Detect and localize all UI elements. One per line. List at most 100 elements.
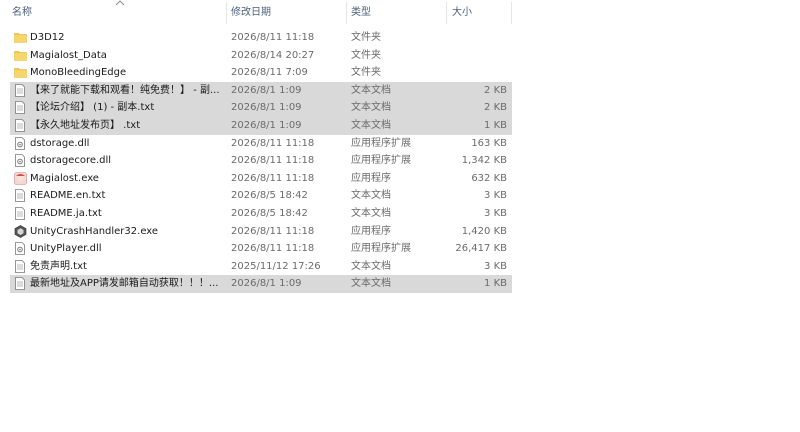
- file-explorer-pane: 名称 修改日期 类型 大小 D3D12 2026/8/11 11:18 文件夹 Mag…: [0, 0, 800, 432]
- text-file-icon: [14, 205, 28, 223]
- dll-file-icon: [14, 240, 28, 258]
- file-name: UnityCrashHandler32.exe: [30, 225, 159, 237]
- file-modified-date: 2026/8/5 18:42: [231, 207, 308, 219]
- text-file-icon: [14, 99, 28, 117]
- file-modified-date: 2026/8/11 7:09: [231, 67, 308, 79]
- file-modified-date: 2026/8/1 1:09: [231, 278, 302, 290]
- file-modified-date: 2026/8/11 11:18: [231, 225, 315, 237]
- file-name: 【永久地址发布页】 .txt: [30, 119, 141, 131]
- file-type: 文本文档: [351, 207, 391, 219]
- folder-icon: [14, 29, 28, 47]
- file-modified-date: 2026/8/11 11:18: [231, 137, 315, 149]
- file-row[interactable]: README.en.txt 2026/8/5 18:42 文本文档 3 KB: [10, 187, 512, 205]
- file-type: 文本文档: [351, 84, 391, 96]
- file-row[interactable]: dstorage.dll 2026/8/11 11:18 应用程序扩展 163 KB: [10, 135, 512, 153]
- file-row[interactable]: Magialost_Data 2026/8/14 20:27 文件夹: [10, 47, 512, 65]
- chevron-up-icon[interactable]: [114, 0, 126, 8]
- column-header-size[interactable]: 大小: [452, 0, 472, 26]
- file-name: 免责声明.txt: [30, 260, 87, 272]
- column-header-bar: 名称 修改日期 类型 大小: [10, 0, 512, 26]
- file-name: Magialost_Data: [30, 49, 107, 61]
- file-size: 1 KB: [484, 119, 507, 131]
- file-size: 1 KB: [484, 278, 507, 290]
- file-modified-date: 2026/8/5 18:42: [231, 190, 308, 202]
- file-size: 1,420 KB: [461, 225, 507, 237]
- text-file-icon: [14, 117, 28, 135]
- file-name: dstoragecore.dll: [30, 155, 112, 167]
- file-modified-date: 2026/8/11 11:18: [231, 155, 315, 167]
- file-type: 应用程序扩展: [351, 243, 411, 255]
- file-row[interactable]: UnityCrashHandler32.exe 2026/8/11 11:18 应用…: [10, 223, 512, 241]
- file-row[interactable]: 【论坛介绍】 (1) - 副本.txt 2026/8/1 1:09 文本文档 2 KB: [10, 99, 512, 117]
- file-type: 文件夹: [351, 67, 381, 79]
- file-modified-date: 2026/8/1 1:09: [231, 102, 302, 114]
- text-file-icon: [14, 187, 28, 205]
- file-row[interactable]: 【来了就能下载和观看！纯免费！】 - 副... 2026/8/1 1:09 文本文档…: [10, 81, 512, 100]
- file-row[interactable]: D3D12 2026/8/11 11:18 文件夹: [10, 29, 512, 47]
- file-size: [440, 47, 507, 65]
- file-size: 163 KB: [471, 137, 507, 149]
- column-divider[interactable]: [346, 2, 347, 24]
- file-modified-date: 2026/8/11 11:18: [231, 172, 315, 184]
- folder-icon: [14, 47, 28, 65]
- file-modified-date: 2026/8/11 11:18: [231, 32, 315, 43]
- file-modified-date: 2026/8/11 11:18: [231, 243, 315, 255]
- column-header-date[interactable]: 修改日期: [231, 0, 271, 26]
- text-file-icon: [14, 275, 28, 293]
- column-divider[interactable]: [226, 2, 227, 24]
- file-size: 3 KB: [484, 260, 507, 272]
- file-type: 文本文档: [351, 102, 391, 114]
- file-type: 文本文档: [351, 278, 391, 290]
- file-type: 文件夹: [351, 49, 381, 61]
- file-size: 2 KB: [484, 84, 507, 96]
- text-file-icon: [14, 258, 28, 276]
- column-header-type[interactable]: 类型: [351, 0, 371, 26]
- unity-exe-icon: [14, 223, 28, 241]
- file-size: 3 KB: [484, 190, 507, 202]
- file-type: 文件夹: [351, 32, 381, 43]
- file-name: Magialost.exe: [30, 172, 99, 184]
- folder-icon: [14, 64, 28, 82]
- file-size: [440, 64, 507, 82]
- file-row[interactable]: Magialost.exe 2026/8/11 11:18 应用程序 632 KB: [10, 170, 512, 188]
- file-size: 2 KB: [484, 102, 507, 114]
- file-row[interactable]: 【永久地址发布页】 .txt 2026/8/1 1:09 文本文档 1 KB: [10, 116, 512, 135]
- file-modified-date: 2025/11/12 17:26: [231, 260, 321, 272]
- dll-file-icon: [14, 135, 28, 153]
- file-row[interactable]: README.ja.txt 2026/8/5 18:42 文本文档 3 KB: [10, 205, 512, 223]
- file-modified-date: 2026/8/1 1:09: [231, 119, 302, 131]
- file-name: README.ja.txt: [30, 207, 102, 219]
- column-header-name[interactable]: 名称: [12, 0, 32, 26]
- file-row[interactable]: dstoragecore.dll 2026/8/11 11:18 应用程序扩展 1,3…: [10, 152, 512, 170]
- dll-file-icon: [14, 152, 28, 170]
- file-name: 【论坛介绍】 (1) - 副本.txt: [30, 102, 155, 114]
- file-name: MonoBleedingEdge: [30, 67, 127, 79]
- file-list: D3D12 2026/8/11 11:18 文件夹 Magialost_Data 202…: [10, 29, 512, 293]
- text-file-icon: [14, 82, 28, 100]
- file-type: 应用程序: [351, 225, 391, 237]
- file-size: 1,342 KB: [461, 155, 507, 167]
- app-exe-icon: [14, 170, 28, 188]
- file-name: 【来了就能下载和观看！纯免费！】 - 副...: [30, 84, 220, 96]
- file-name: 最新地址及APP请发邮箱自动获取！！！...: [30, 278, 219, 290]
- file-type: 文本文档: [351, 260, 391, 272]
- file-type: 文本文档: [351, 190, 391, 202]
- file-name: D3D12: [30, 32, 65, 43]
- file-row[interactable]: MonoBleedingEdge 2026/8/11 7:09 文件夹: [10, 64, 512, 82]
- file-size: 3 KB: [484, 207, 507, 219]
- file-name: README.en.txt: [30, 190, 106, 202]
- file-row[interactable]: UnityPlayer.dll 2026/8/11 11:18 应用程序扩展 26,4…: [10, 240, 512, 258]
- file-row[interactable]: 最新地址及APP请发邮箱自动获取！！！... 2026/8/1 1:09 文本文档 1…: [10, 275, 512, 293]
- file-size: 26,417 KB: [455, 243, 507, 255]
- file-type: 文本文档: [351, 119, 391, 131]
- column-divider[interactable]: [446, 2, 447, 24]
- file-size: [440, 29, 507, 47]
- file-row[interactable]: 免责声明.txt 2025/11/12 17:26 文本文档 3 KB: [10, 258, 512, 276]
- file-type: 应用程序: [351, 172, 391, 184]
- file-size: 632 KB: [471, 172, 507, 184]
- file-modified-date: 2026/8/1 1:09: [231, 84, 302, 96]
- file-name: UnityPlayer.dll: [30, 243, 102, 255]
- column-divider[interactable]: [511, 2, 512, 24]
- file-type: 应用程序扩展: [351, 137, 411, 149]
- file-modified-date: 2026/8/14 20:27: [231, 49, 315, 61]
